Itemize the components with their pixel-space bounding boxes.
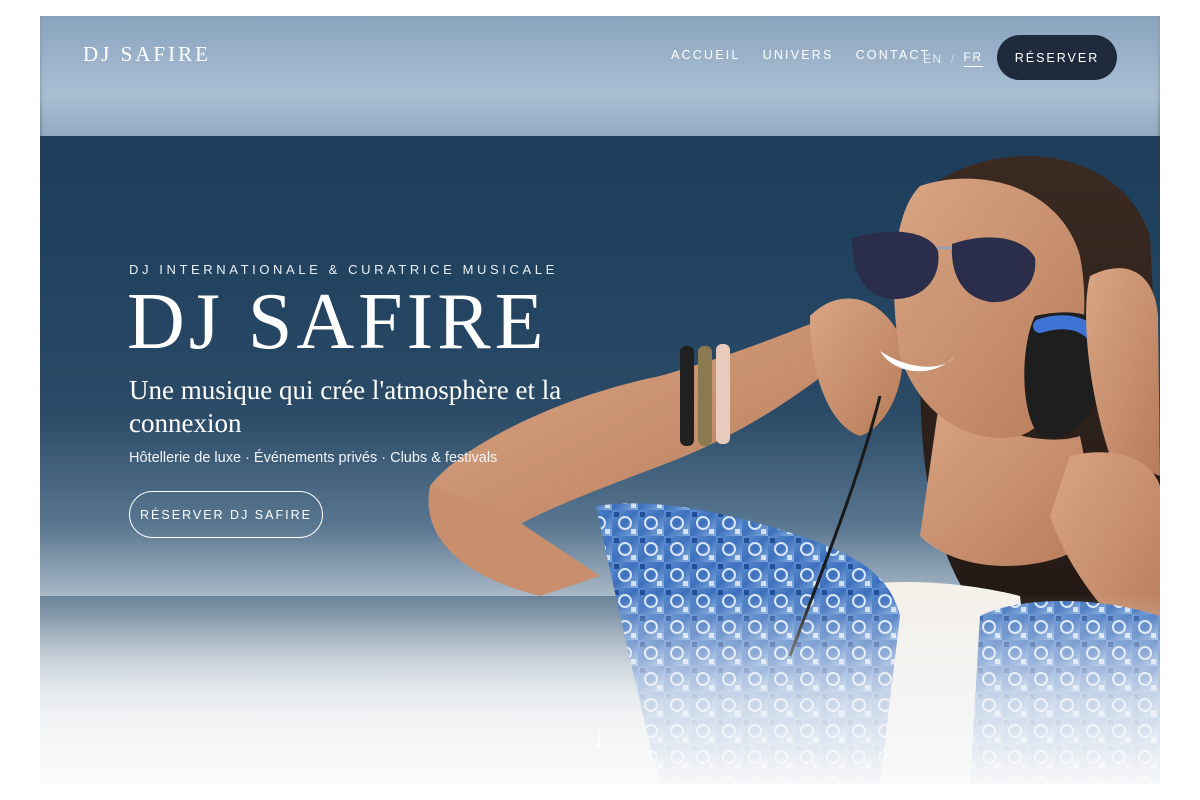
bottom-fade bbox=[40, 594, 1160, 784]
hero-title: DJ SAFIRE bbox=[127, 278, 548, 366]
nav-item-accueil[interactable]: ACCUEIL bbox=[671, 48, 741, 62]
lang-separator: / bbox=[950, 51, 956, 66]
lang-en[interactable]: EN bbox=[923, 52, 943, 66]
site-logo[interactable]: DJ SAFIRE bbox=[83, 42, 211, 67]
hero-eyebrow: DJ INTERNATIONALE & CURATRICE MUSICALE bbox=[129, 262, 558, 277]
hero-tagline: Une musique qui crée l'atmosphère et la … bbox=[129, 375, 562, 438]
nav-item-contact[interactable]: CONTACT bbox=[856, 48, 931, 62]
arrow-down-icon[interactable] bbox=[592, 726, 606, 750]
reserve-button[interactable]: RÉSERVER bbox=[997, 35, 1117, 80]
language-switcher: EN / FR bbox=[923, 50, 983, 67]
hero-services: Hôtellerie de luxe · Événements privés ·… bbox=[129, 450, 498, 466]
hero-section: DJ SAFIRE ACCUEIL UNIVERS CONTACT EN / F… bbox=[40, 16, 1160, 784]
nav-item-univers[interactable]: UNIVERS bbox=[763, 48, 834, 62]
reserve-dj-safire-button[interactable]: RÉSERVER DJ SAFIRE bbox=[129, 491, 323, 538]
lang-fr[interactable]: FR bbox=[963, 50, 983, 67]
main-nav: ACCUEIL UNIVERS CONTACT bbox=[671, 48, 930, 62]
